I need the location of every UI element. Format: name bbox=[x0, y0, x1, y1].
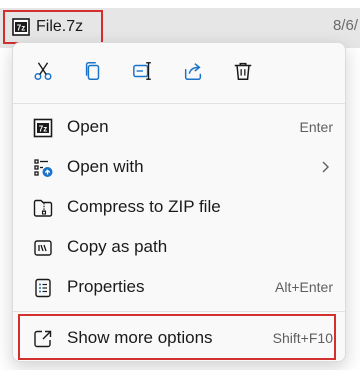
menu-item-shortcut: Alt+Enter bbox=[275, 279, 333, 295]
rename-button[interactable] bbox=[127, 57, 159, 89]
menu-item-label: Compress to ZIP file bbox=[67, 197, 221, 216]
trash-icon bbox=[232, 60, 254, 87]
menu-item-open[interactable]: 7z Open Enter bbox=[19, 108, 339, 146]
context-menu: 7z Open Enter Open with Compress to ZIP … bbox=[12, 42, 346, 362]
menu-item-copy-as-path[interactable]: Copy as path bbox=[19, 228, 339, 266]
delete-button[interactable] bbox=[227, 57, 259, 89]
menu-item-label: Open with bbox=[67, 157, 144, 176]
rename-icon bbox=[132, 60, 154, 87]
share-icon bbox=[182, 60, 204, 87]
scissors-icon bbox=[32, 60, 54, 87]
file-name: File.7z bbox=[36, 18, 84, 35]
properties-icon bbox=[33, 278, 53, 298]
menu-item-label: Copy as path bbox=[67, 237, 168, 256]
menu-item-label: Properties bbox=[67, 277, 145, 296]
copy-button[interactable] bbox=[77, 57, 109, 89]
copy-icon bbox=[82, 60, 104, 87]
open-with-icon bbox=[33, 158, 53, 178]
highlight-annotation bbox=[18, 314, 336, 360]
file-date: 8/6/ bbox=[332, 17, 358, 34]
svg-text:7z: 7z bbox=[17, 23, 25, 32]
menu-item-shortcut: Enter bbox=[299, 119, 333, 135]
menu-item-open-with[interactable]: Open with bbox=[19, 148, 339, 186]
chevron-right-icon bbox=[317, 158, 333, 176]
svg-text:7z: 7z bbox=[39, 124, 47, 133]
menu-separator bbox=[13, 103, 345, 104]
menu-separator bbox=[13, 311, 345, 312]
copy-path-icon bbox=[33, 238, 53, 258]
cut-button[interactable] bbox=[27, 57, 59, 89]
menu-item-label: Open bbox=[67, 117, 109, 136]
menu-item-properties[interactable]: Properties Alt+Enter bbox=[19, 268, 339, 306]
selected-file-item[interactable]: 7z File.7z bbox=[3, 10, 103, 44]
zip-folder-icon bbox=[33, 198, 53, 218]
quick-actions-bar bbox=[13, 43, 345, 101]
menu-item-compress-zip[interactable]: Compress to ZIP file bbox=[19, 188, 339, 226]
share-button[interactable] bbox=[177, 57, 209, 89]
7z-archive-icon: 7z bbox=[33, 118, 53, 138]
7z-archive-icon: 7z bbox=[12, 18, 30, 36]
